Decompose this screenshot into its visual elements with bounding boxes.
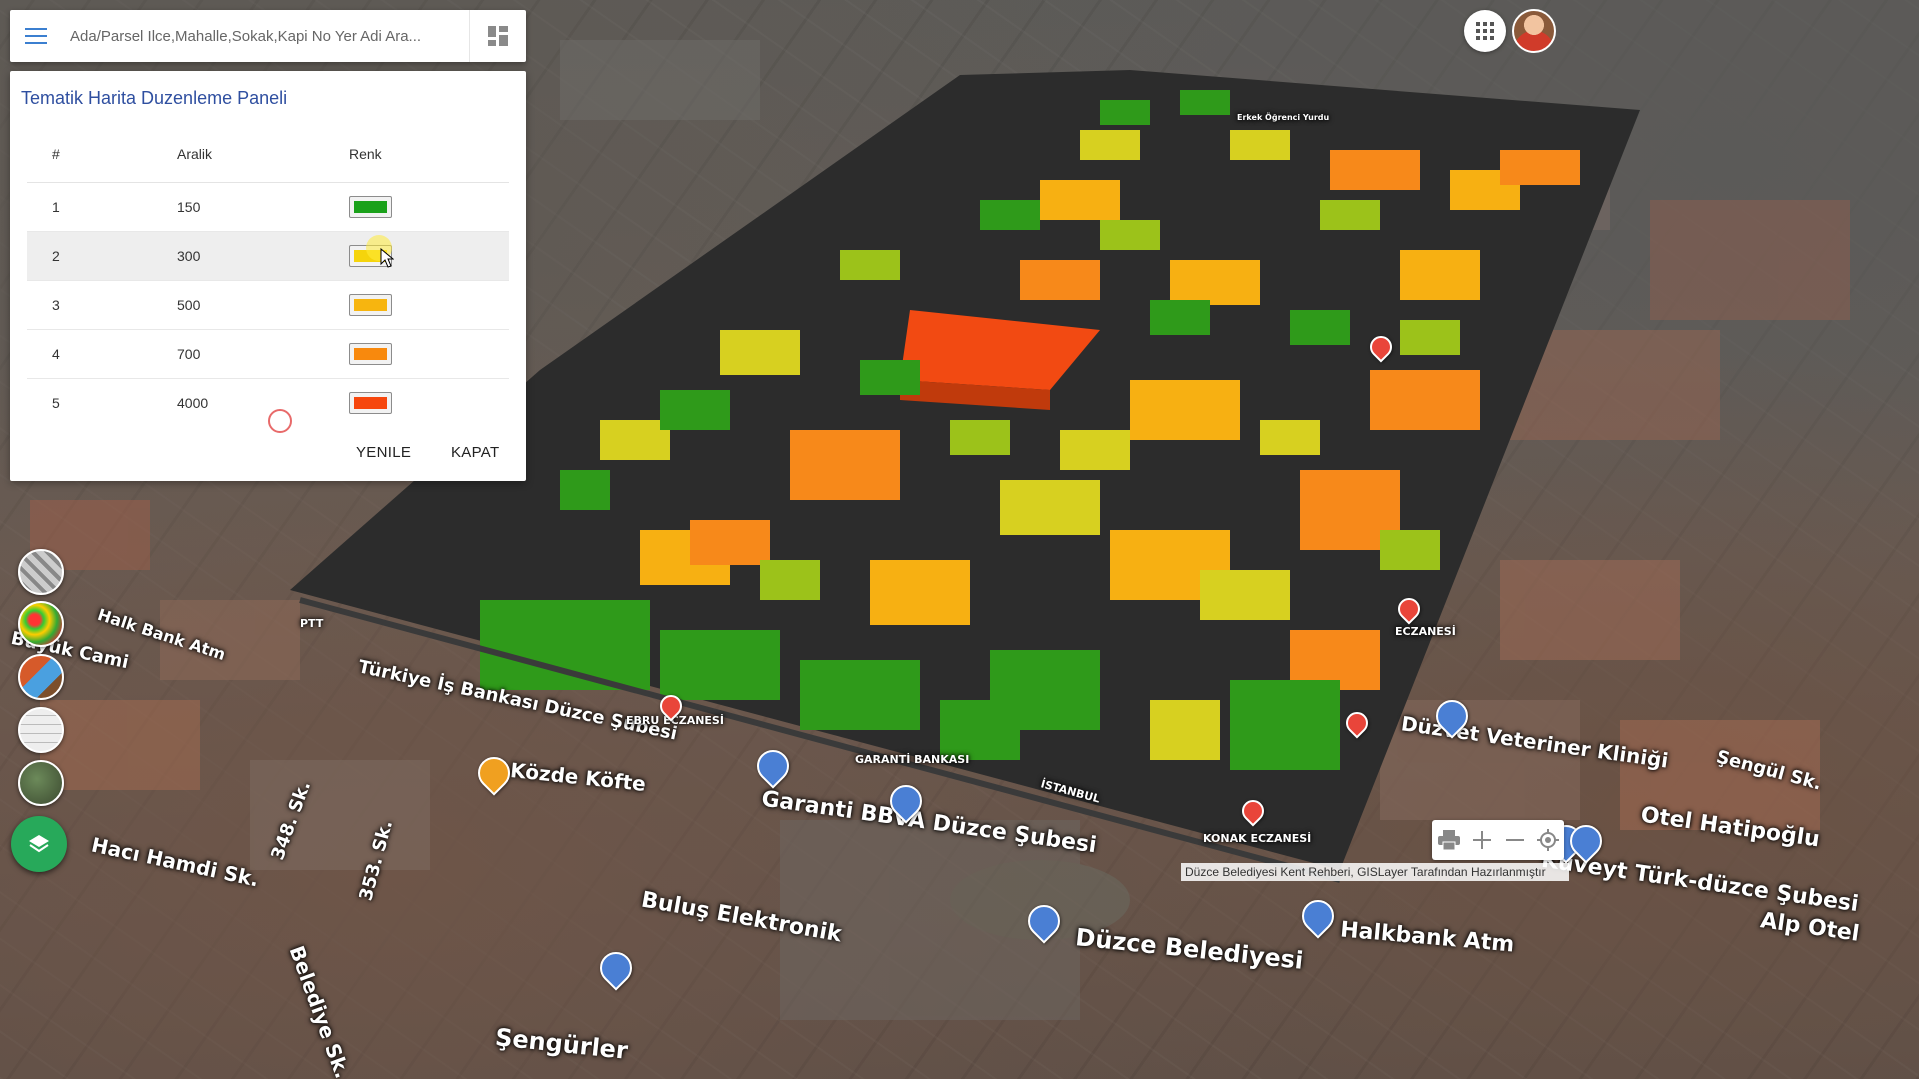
row-range: 300 — [177, 248, 201, 264]
row-index: 5 — [52, 395, 60, 411]
close-button[interactable]: KAPAT — [451, 444, 499, 461]
header-index: # — [52, 145, 60, 162]
locate-button[interactable] — [1533, 825, 1563, 855]
plus-icon — [1472, 831, 1491, 849]
header-color: Renk — [349, 145, 382, 162]
table-row: 3 500 — [27, 281, 509, 330]
print-button[interactable] — [1434, 825, 1464, 855]
table-row: 2 300 — [27, 232, 509, 281]
row-range: 150 — [177, 199, 201, 215]
avatar[interactable] — [1512, 9, 1556, 53]
locate-icon — [1536, 829, 1559, 851]
color-swatch — [354, 201, 387, 213]
color-picker-button[interactable] — [349, 392, 392, 414]
row-index: 1 — [52, 199, 60, 215]
row-index: 3 — [52, 297, 60, 313]
map-small-label: KONAK ECZANESİ — [1203, 832, 1312, 845]
row-range: 4000 — [177, 395, 209, 411]
map-small-label: ECZANESİ — [1395, 625, 1456, 638]
row-range: 700 — [177, 346, 201, 362]
layers-icon — [29, 835, 49, 853]
search-bar — [10, 10, 526, 62]
3d-buildings-layer-button[interactable] — [18, 549, 64, 595]
satellite-layer-button[interactable] — [18, 760, 64, 806]
menu-icon — [25, 28, 47, 44]
panel-title: Tematik Harita Duzenleme Paneli — [21, 88, 288, 108]
search-input[interactable] — [62, 15, 469, 57]
zoom-out-button[interactable] — [1500, 825, 1530, 855]
row-index: 4 — [52, 346, 60, 362]
map-small-label: GARANTİ BANKASI — [855, 753, 970, 766]
zoom-in-button[interactable] — [1467, 825, 1497, 855]
apps-button[interactable] — [1464, 10, 1506, 52]
map-tools — [1432, 820, 1564, 860]
click-indicator — [268, 409, 292, 433]
parcel-layer-button[interactable] — [18, 654, 64, 700]
row-index: 2 — [52, 248, 60, 264]
table-row: 1 150 — [27, 183, 509, 232]
attribution-text: Düzce Belediyesi Kent Rehberi, GISLayer … — [1181, 863, 1569, 881]
street-map-layer-button[interactable] — [18, 707, 64, 753]
table-header: # Aralik Renk — [27, 125, 509, 183]
color-swatch — [354, 397, 387, 409]
dashboard-button[interactable] — [470, 10, 526, 62]
map-small-label: Erkek Öğrenci Yurdu — [1237, 113, 1330, 122]
minus-icon — [1505, 839, 1524, 841]
color-swatch — [354, 299, 387, 311]
range-table: # Aralik Renk 1 150 2 300 3 500 4 700 5 … — [27, 125, 509, 427]
header-range: Aralik — [177, 145, 213, 162]
row-range: 500 — [177, 297, 201, 313]
dashboard-icon — [488, 26, 508, 46]
mouse-cursor-icon — [380, 248, 394, 268]
color-picker-button[interactable] — [349, 343, 392, 365]
heatmap-layer-button[interactable] — [18, 601, 64, 647]
apps-icon — [1476, 22, 1494, 40]
refresh-button[interactable]: YENILE — [356, 444, 411, 461]
color-picker-button[interactable] — [349, 196, 392, 218]
color-picker-button[interactable] — [349, 294, 392, 316]
layers-button[interactable] — [11, 816, 67, 872]
table-row: 4 700 — [27, 330, 509, 379]
map-small-label: PTT — [300, 617, 324, 630]
menu-button[interactable] — [10, 10, 62, 62]
color-swatch — [354, 348, 387, 360]
print-icon — [1437, 830, 1460, 850]
